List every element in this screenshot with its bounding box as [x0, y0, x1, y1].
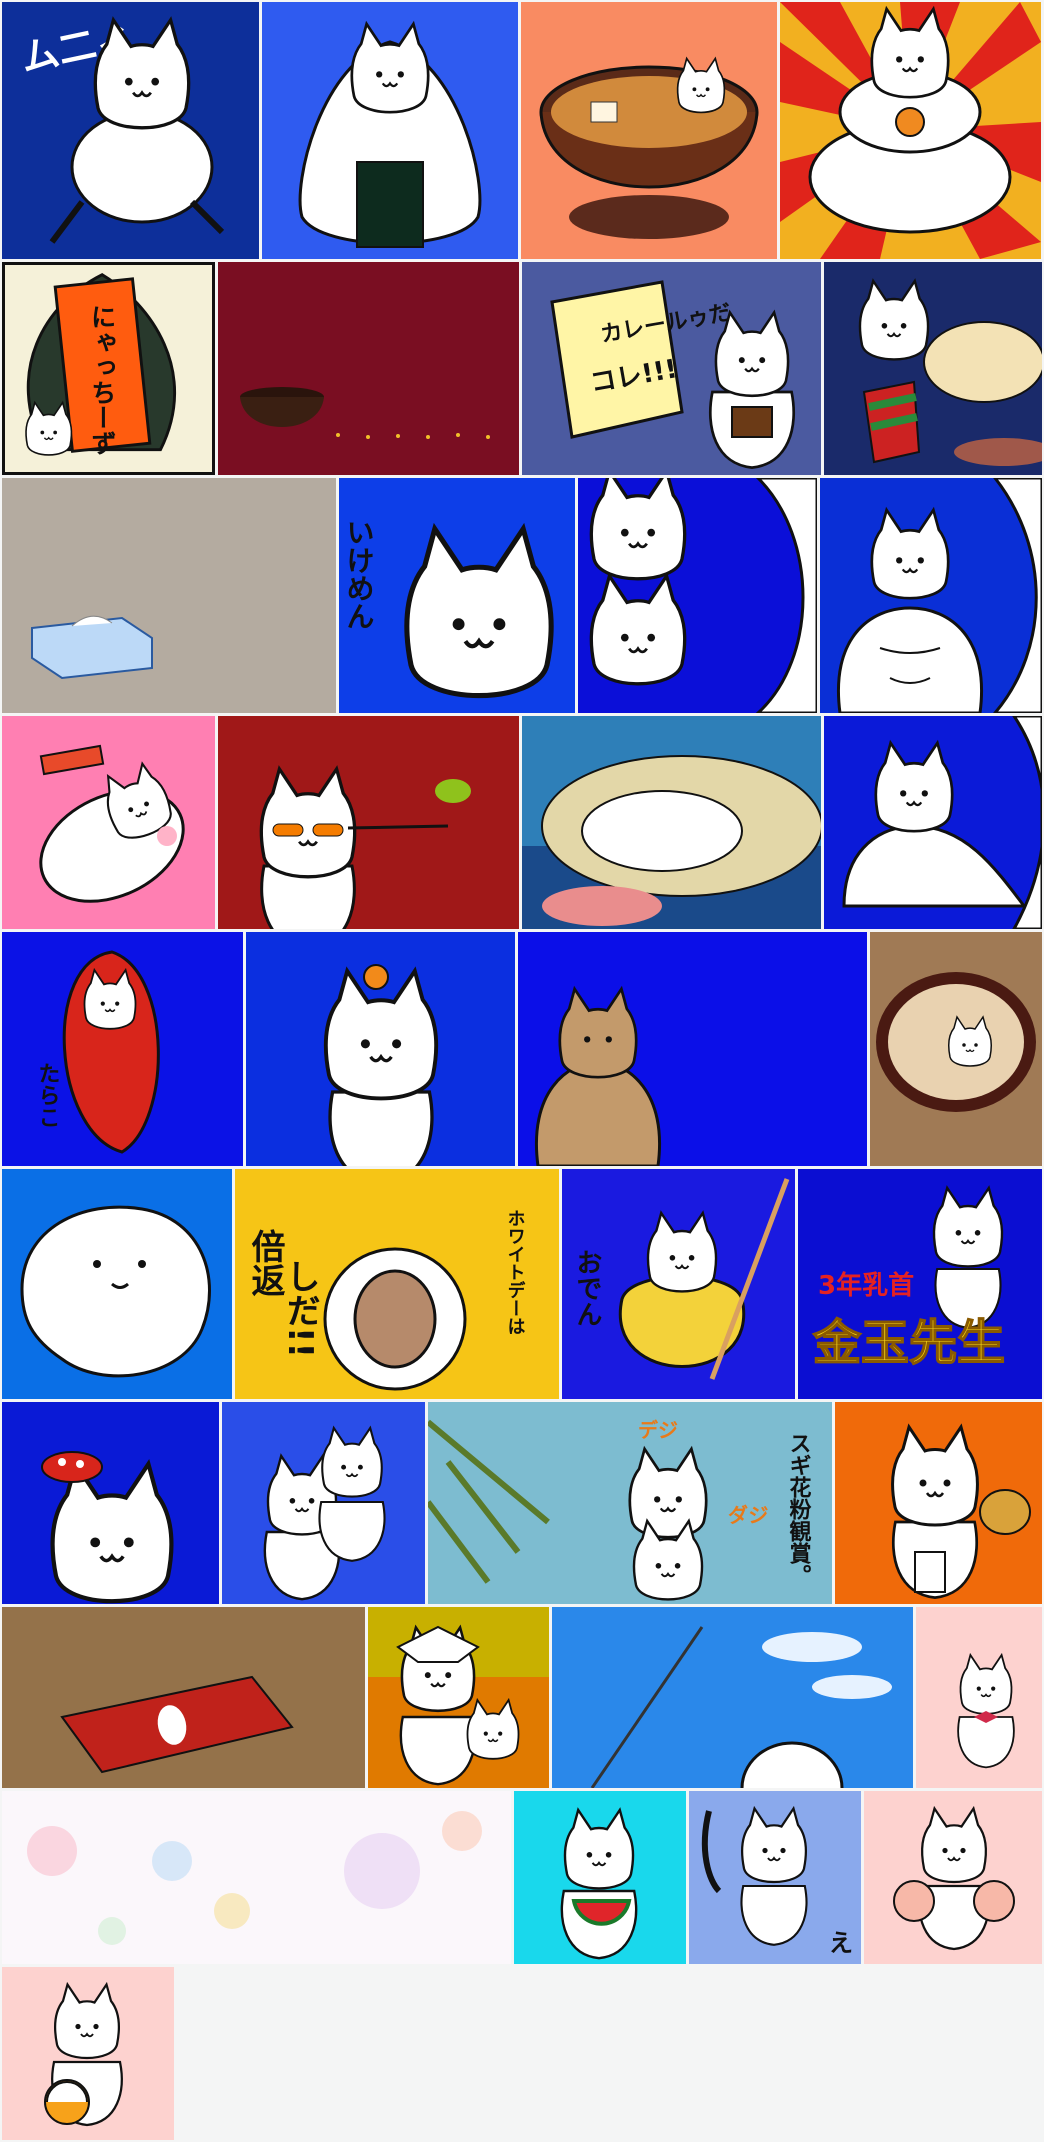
- hugging-cats-tile[interactable]: [222, 1402, 425, 1604]
- bath-bowl-cat-tile[interactable]: [870, 932, 1042, 1166]
- dejishi-text-1: デジ: [638, 1418, 678, 1442]
- cat-illustration: たらこ: [35, 950, 160, 1154]
- baigaeshi-text-1: 倍返: [245, 1229, 285, 1297]
- balloons-illustration: [27, 1811, 482, 1945]
- sky-kite-cat-tile[interactable]: [552, 1607, 913, 1788]
- kinpachi-cat-tile[interactable]: 3年乳首 金玉先生: [798, 1169, 1042, 1399]
- cat-illustration: [837, 478, 1042, 713]
- cat-illustration: [44, 1983, 123, 2127]
- oden-text: おでん: [572, 1249, 602, 1327]
- red-packet-tile[interactable]: [2, 1607, 365, 1788]
- double-cat-tile[interactable]: [578, 478, 817, 713]
- ikemen-cat-tile[interactable]: いけめん: [339, 478, 575, 713]
- balloons-tile[interactable]: [2, 1791, 511, 1964]
- sky-illustration: [590, 1626, 892, 1788]
- cat-illustration: [891, 1425, 1031, 1599]
- muscle-cat-tile[interactable]: [820, 478, 1042, 713]
- sugi-text: スギ花粉観賞。: [786, 1432, 812, 1586]
- cat-illustration: いけめん: [343, 518, 575, 713]
- brown-cat-tile[interactable]: [518, 932, 867, 1166]
- cat-illustration: ム二ィ: [17, 14, 225, 244]
- cat-illustration: [842, 716, 1042, 929]
- curry-illustration: カレールゥだ コレ!!!: [550, 280, 796, 469]
- ball-cat-tile[interactable]: [2, 1967, 174, 2140]
- christmas-stocking-cat-tile[interactable]: [824, 262, 1042, 475]
- cat-illustration: [323, 964, 439, 1166]
- bowl-illustration: [539, 57, 759, 239]
- kagami-mochi-cat-tile[interactable]: [780, 2, 1041, 259]
- cat-illustration: [263, 1426, 386, 1601]
- cat-illustration: [259, 767, 471, 929]
- onigiri-cat-tile[interactable]: [262, 2, 518, 259]
- dejishi-text-2: ダジ: [728, 1503, 768, 1527]
- whiteday-astronaut-tile[interactable]: 倍返 しだ!! ホワイトデーは: [235, 1169, 559, 1399]
- watermelon-cat-tile[interactable]: [514, 1791, 686, 1964]
- cat-illustration: 3年乳首 金玉先生: [811, 1186, 1006, 1372]
- cat-illustration: [560, 1808, 638, 1960]
- nyacchiizu-banner-tile[interactable]: にゃっちーず: [2, 262, 215, 475]
- tissue-box-tile[interactable]: [2, 478, 336, 713]
- cat-illustration: [589, 478, 817, 713]
- e-cat-tile[interactable]: え: [689, 1791, 861, 1964]
- cat-illustration: [368, 1625, 549, 1788]
- miso-soup-cat-tile[interactable]: [521, 2, 777, 259]
- mikan-cat-tile[interactable]: [246, 932, 515, 1166]
- empty-bowl-tile[interactable]: [218, 262, 519, 475]
- cat-illustration: [298, 22, 482, 248]
- pink-cheeks-cat-tile[interactable]: [864, 1791, 1042, 1964]
- tarako-cat-tile[interactable]: たらこ: [2, 932, 243, 1166]
- curry-roux-cat-tile[interactable]: カレールゥだ コレ!!!: [522, 262, 821, 475]
- e-text: え: [829, 1929, 853, 1957]
- sideways-cat-tile[interactable]: [2, 1169, 232, 1399]
- cat-illustration: [41, 1451, 219, 1604]
- ikemen-text: いけめん: [343, 518, 376, 630]
- tarako-text: たらこ: [35, 1062, 60, 1128]
- stocking-illustration: [858, 279, 1042, 466]
- oden-cat-tile[interactable]: おでん: [562, 1169, 795, 1399]
- cat-illustration: [535, 985, 661, 1166]
- astronaut-illustration: 倍返 しだ!! ホワイトデーは: [245, 1209, 526, 1391]
- cat-illustration: [957, 1654, 1015, 1769]
- blob-cat-tile[interactable]: [824, 716, 1042, 929]
- kinpachi-text-2: 金玉先生: [812, 1315, 1005, 1371]
- cat-illustration: [20, 1205, 211, 1378]
- mochi-illustration: [780, 2, 1041, 259]
- pollen-illustration: デジ ダジ スギ花粉観賞。: [428, 1418, 812, 1601]
- cat-illustration: [39, 744, 185, 903]
- sunglasses-cat-tile[interactable]: [218, 716, 519, 929]
- sleeping-cat-tile[interactable]: [522, 716, 821, 929]
- whiteday-text: ホワイトデーは: [505, 1209, 526, 1335]
- banner-illustration: にゃっちーず: [25, 273, 177, 456]
- muni-cat-tile[interactable]: ム二ィ: [2, 2, 259, 259]
- teapot-cat-tile[interactable]: [835, 1402, 1042, 1604]
- cat-illustration: え: [701, 1807, 853, 1957]
- cake-cat-tile[interactable]: [916, 1607, 1042, 1788]
- packet-illustration: [60, 1675, 294, 1774]
- pink-rolling-cat-tile[interactable]: [2, 716, 215, 929]
- kabuto-cats-tile[interactable]: [368, 1607, 549, 1788]
- nyacchiizu-text: にゃっちーず: [88, 304, 117, 456]
- cat-illustration: [522, 755, 821, 929]
- tissue-illustration: [31, 615, 153, 680]
- kinpachi-text-1: 3年乳首: [818, 1270, 914, 1301]
- baigaeshi-text-2: しだ!!: [280, 1259, 320, 1358]
- oden-illustration: おでん: [572, 1178, 790, 1380]
- mushroom-cat-tile[interactable]: [2, 1402, 219, 1604]
- bowl-illustration: [240, 387, 490, 439]
- bowl-illustration: [876, 972, 1036, 1112]
- cat-illustration: [893, 1807, 1015, 1951]
- cedar-pollen-cats-tile[interactable]: デジ ダジ スギ花粉観賞。: [428, 1402, 832, 1604]
